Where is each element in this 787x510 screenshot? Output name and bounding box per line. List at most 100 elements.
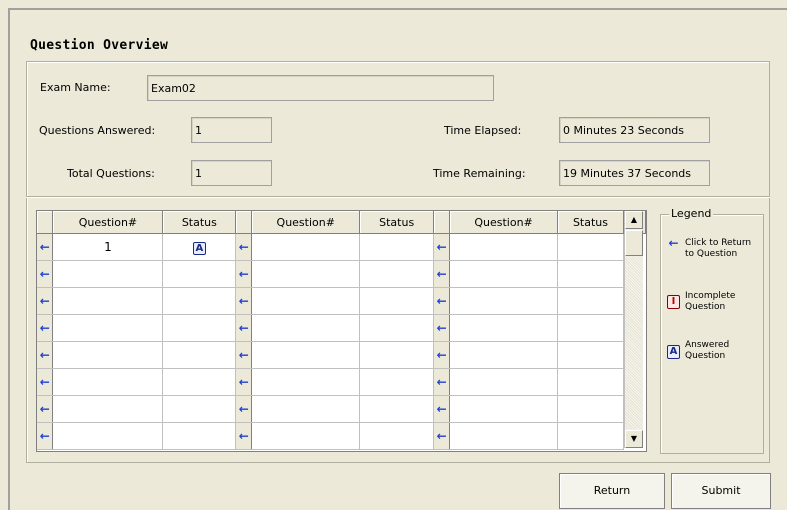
status-cell[interactable] — [162, 287, 237, 315]
scroll-up-button[interactable]: ▲ — [625, 211, 643, 229]
page-title: Question Overview — [30, 38, 169, 53]
status-cell[interactable] — [162, 341, 237, 369]
question-number-cell[interactable] — [251, 341, 361, 369]
return-arrow-icon[interactable]: ← — [235, 260, 253, 288]
return-arrow-icon[interactable]: ← — [37, 422, 54, 450]
question-number-cell[interactable] — [449, 314, 559, 342]
return-arrow-icon[interactable]: ← — [235, 287, 253, 315]
question-number-cell[interactable] — [449, 422, 559, 450]
legend-box: Legend ← Click to Return to Question I I… — [660, 207, 764, 454]
grid-scrollbar[interactable]: ▲ ▼ — [624, 211, 643, 448]
question-number-cell[interactable] — [52, 341, 164, 369]
table-row: ← ← ← — [37, 314, 646, 342]
status-cell[interactable] — [359, 314, 435, 342]
return-arrow-icon[interactable]: ← — [37, 395, 54, 423]
status-cell[interactable] — [557, 260, 624, 288]
return-arrow-icon[interactable]: ← — [37, 314, 54, 342]
return-arrow-icon[interactable]: ← — [235, 314, 253, 342]
table-row: ← ← ← — [37, 341, 646, 369]
return-arrow-icon[interactable]: ← — [235, 233, 253, 261]
return-arrow-icon[interactable]: ← — [433, 422, 451, 450]
legend-text-return: Click to Return to Question — [685, 238, 752, 259]
status-cell[interactable] — [359, 422, 435, 450]
question-number-cell[interactable] — [251, 233, 361, 261]
grid-corner — [433, 211, 451, 234]
question-number-cell[interactable] — [251, 314, 361, 342]
status-cell[interactable] — [162, 422, 237, 450]
header-status-2[interactable]: Status — [359, 211, 435, 234]
status-cell[interactable] — [359, 395, 435, 423]
table-row: ← ← ← — [37, 287, 646, 315]
question-number-cell[interactable] — [449, 395, 559, 423]
question-number-cell[interactable] — [52, 395, 164, 423]
status-cell[interactable] — [557, 368, 624, 396]
return-arrow-icon[interactable]: ← — [433, 395, 451, 423]
question-number-cell[interactable] — [251, 287, 361, 315]
status-cell[interactable] — [557, 341, 624, 369]
total-questions-field: 1 — [191, 160, 272, 186]
status-cell[interactable] — [359, 368, 435, 396]
status-cell[interactable] — [162, 314, 237, 342]
question-number-cell[interactable] — [449, 287, 559, 315]
window-frame-top — [8, 8, 787, 10]
return-arrow-icon[interactable]: ← — [433, 260, 451, 288]
status-cell[interactable] — [359, 287, 435, 315]
question-number-cell[interactable] — [52, 422, 164, 450]
question-number-cell[interactable]: 1 — [52, 233, 164, 261]
return-arrow-icon[interactable]: ← — [433, 341, 451, 369]
return-arrow-icon[interactable]: ← — [235, 422, 253, 450]
question-number-cell[interactable] — [449, 341, 559, 369]
status-cell[interactable] — [162, 368, 237, 396]
question-number-cell[interactable] — [251, 395, 361, 423]
question-number-cell[interactable] — [449, 368, 559, 396]
question-number-cell[interactable] — [251, 422, 361, 450]
submit-button[interactable]: Submit — [671, 473, 771, 509]
status-cell[interactable] — [557, 287, 624, 315]
answered-icon: A — [667, 345, 680, 359]
question-number-cell[interactable] — [52, 368, 164, 396]
return-arrow-icon[interactable]: ← — [235, 341, 253, 369]
status-cell[interactable] — [557, 233, 624, 261]
answered-icon: A — [192, 241, 206, 255]
return-arrow-icon[interactable]: ← — [37, 233, 54, 261]
status-cell[interactable] — [162, 260, 237, 288]
legend-text-incomplete: Incomplete Question — [685, 291, 736, 312]
return-arrow-icon[interactable]: ← — [37, 368, 54, 396]
status-cell[interactable] — [359, 233, 435, 261]
return-arrow-icon[interactable]: ← — [235, 395, 253, 423]
question-number-cell[interactable] — [449, 233, 559, 261]
return-arrow-icon[interactable]: ← — [37, 287, 54, 315]
return-arrow-icon[interactable]: ← — [433, 314, 451, 342]
return-arrow-icon[interactable]: ← — [433, 368, 451, 396]
status-cell[interactable]: A — [162, 233, 237, 261]
return-arrow-icon[interactable]: ← — [235, 368, 253, 396]
return-arrow-icon[interactable]: ← — [37, 260, 54, 288]
header-status-1[interactable]: Status — [162, 211, 237, 234]
status-cell[interactable] — [557, 314, 624, 342]
header-status-3[interactable]: Status — [557, 211, 624, 234]
scroll-down-button[interactable]: ▼ — [625, 430, 643, 448]
legend-text-answered: Answered Question — [685, 340, 730, 361]
return-arrow-icon[interactable]: ← — [433, 287, 451, 315]
status-cell[interactable] — [557, 395, 624, 423]
status-cell[interactable] — [359, 341, 435, 369]
question-number-cell[interactable] — [251, 260, 361, 288]
header-question-3[interactable]: Question# — [449, 211, 559, 234]
return-arrow-icon[interactable]: ← — [37, 341, 54, 369]
header-question-1[interactable]: Question# — [52, 211, 164, 234]
question-number-cell[interactable] — [52, 287, 164, 315]
question-number-cell[interactable] — [449, 260, 559, 288]
status-cell[interactable] — [162, 395, 237, 423]
status-cell[interactable] — [359, 260, 435, 288]
scroll-thumb[interactable] — [625, 230, 643, 256]
return-button[interactable]: Return — [559, 473, 665, 509]
question-number-cell[interactable] — [52, 314, 164, 342]
status-cell[interactable] — [557, 422, 624, 450]
grid-corner — [37, 211, 54, 234]
panel-divider — [26, 196, 770, 198]
header-question-2[interactable]: Question# — [251, 211, 361, 234]
question-number-cell[interactable] — [52, 260, 164, 288]
scroll-track[interactable] — [625, 257, 643, 429]
question-number-cell[interactable] — [251, 368, 361, 396]
return-arrow-icon[interactable]: ← — [433, 233, 451, 261]
